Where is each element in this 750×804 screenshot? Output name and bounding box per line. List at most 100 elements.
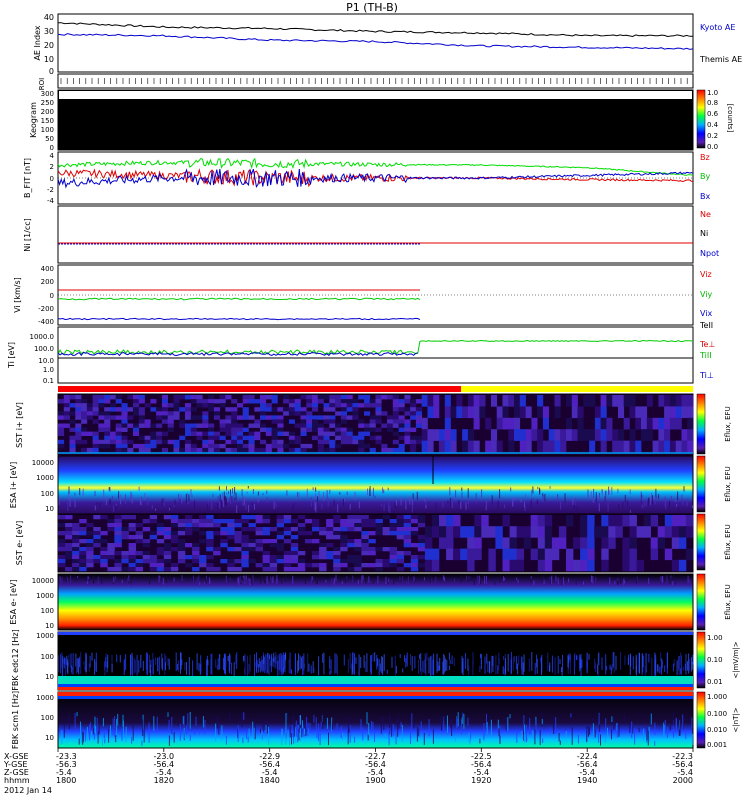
- spectrogram-cell: [114, 539, 122, 544]
- spectrogram-cell: [241, 547, 249, 552]
- spectrogram-streak: [404, 655, 405, 662]
- spectrogram-cell: [107, 555, 115, 560]
- spectrogram-streak: [271, 653, 273, 661]
- spectrogram-streak: [530, 499, 532, 509]
- spectrogram-cell: [347, 527, 355, 532]
- spectrogram-streak: [170, 576, 172, 582]
- spectrogram-streak: [170, 733, 172, 741]
- spectrogram-cell: [242, 443, 249, 449]
- spectrogram-cell: [410, 447, 417, 453]
- spectrogram-streak: [186, 493, 188, 498]
- spectrogram-cell: [128, 547, 136, 552]
- spectrogram-streak: [681, 494, 683, 501]
- spectrogram-cell: [231, 399, 238, 404]
- spectrogram-streak: [217, 503, 218, 509]
- spectrogram-cell: [687, 440, 694, 453]
- spectrogram-streak: [374, 732, 375, 742]
- spectrogram-cell: [622, 559, 630, 572]
- spectrogram-cell: [566, 429, 573, 441]
- spectrogram-streak: [310, 576, 312, 583]
- spectrogram-cell: [138, 435, 145, 441]
- spectrogram-cell: [260, 423, 267, 428]
- spectrogram-streak: [460, 719, 462, 735]
- spectrogram-cell: [190, 423, 197, 428]
- spectrogram-cell: [392, 419, 399, 424]
- spectrogram-cell: [312, 435, 319, 441]
- spectrogram-streak: [543, 579, 545, 585]
- spectrogram-cell: [133, 407, 140, 412]
- spectrogram-streak: [351, 663, 353, 675]
- spectrogram-cell: [335, 443, 342, 449]
- spectrogram-streak: [661, 576, 663, 583]
- spectrogram-cell: [352, 415, 359, 420]
- spectrogram-streak: [559, 740, 561, 745]
- spectrogram-cell: [444, 440, 451, 453]
- sst2-ylabel: SST e- [eV]: [15, 521, 24, 566]
- spectrogram-cell: [382, 563, 390, 568]
- spectrogram-cell: [361, 543, 369, 548]
- spectrogram-cell: [577, 417, 584, 430]
- spectrogram-cell: [488, 559, 496, 572]
- spectrogram-cell: [439, 440, 446, 453]
- spectrogram-cell: [340, 563, 348, 568]
- spectrogram-cell: [657, 537, 666, 549]
- spectrogram-cell: [424, 559, 433, 572]
- spectrogram-streak: [411, 713, 413, 730]
- spectrogram-streak: [134, 659, 136, 673]
- spectrogram-streak: [157, 657, 159, 672]
- spectrogram-cell: [127, 439, 134, 445]
- footer-date: 2012 Jan 14: [4, 786, 52, 795]
- spectrogram-streak: [134, 576, 136, 581]
- spectrogram-cell: [375, 415, 382, 420]
- spectrogram-cell: [144, 443, 151, 449]
- spectrogram-cell: [403, 535, 412, 540]
- spectrogram-streak: [669, 725, 671, 731]
- spectrogram-cell: [161, 411, 168, 416]
- spectrogram-cell: [192, 559, 200, 564]
- spectrogram-cell: [149, 559, 158, 564]
- spectrogram-cell: [444, 395, 451, 407]
- spectrogram-streak: [326, 717, 328, 729]
- spectrogram-cell: [248, 559, 256, 564]
- spectrogram-cell: [340, 439, 347, 445]
- spectrogram-cell: [237, 431, 244, 436]
- spectrogram-cell: [199, 515, 207, 520]
- spectrogram-cell: [375, 439, 382, 445]
- esa2-ytick: 10: [45, 622, 54, 630]
- spectrogram-streak: [524, 501, 525, 508]
- spectrogram-streak: [297, 492, 298, 498]
- spectrogram-cell: [300, 447, 307, 453]
- spectrogram-streak: [607, 727, 608, 737]
- spectrogram-streak: [80, 652, 82, 674]
- spectrogram-cell: [79, 563, 87, 568]
- spectrogram-cell: [396, 567, 405, 572]
- spectrogram-cell: [177, 519, 186, 524]
- spectrogram-streak: [199, 729, 201, 734]
- spectrogram-cell: [150, 439, 157, 445]
- spectrogram-cell: [335, 411, 342, 416]
- spectrogram-cell: [206, 547, 214, 552]
- spectrogram-streak: [401, 724, 403, 743]
- spectrogram-cell: [403, 539, 412, 544]
- spectrogram-cell: [248, 415, 255, 420]
- spectrogram-cell: [687, 429, 694, 441]
- spectrogram-cell: [98, 403, 105, 408]
- spectrogram-streak: [453, 657, 455, 667]
- spectrogram-cell: [396, 535, 405, 540]
- spectrogram-cell: [317, 423, 324, 428]
- spectrogram-streak: [510, 652, 512, 674]
- spectrogram-cell: [192, 519, 200, 524]
- spectrogram-streak: [63, 657, 65, 669]
- spectrogram-cell: [467, 559, 475, 572]
- spectrogram-streak: [76, 658, 77, 674]
- spectrogram-streak: [66, 655, 68, 666]
- spectrogram-cell: [544, 526, 553, 538]
- spectrogram-cell: [135, 559, 143, 564]
- spectrogram-cell: [417, 563, 426, 568]
- spectrogram-cell: [462, 429, 469, 441]
- spectrogram-cell: [170, 563, 179, 568]
- spectrogram-streak: [463, 714, 465, 729]
- spectrogram-cell: [196, 447, 203, 453]
- spectrogram-cell: [63, 423, 70, 428]
- spectrogram-cell: [601, 537, 609, 549]
